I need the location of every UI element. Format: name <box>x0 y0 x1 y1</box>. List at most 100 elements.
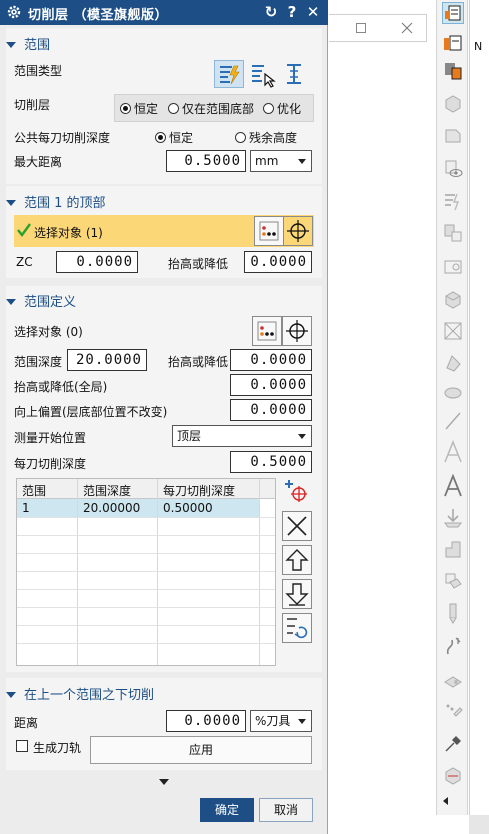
range-list-table[interactable]: 范围 范围深度 每刀切削深度 1 20.00000 0.50000 <box>16 478 276 666</box>
apply-button[interactable]: 应用 <box>90 736 312 764</box>
help-button[interactable]: ? <box>283 2 301 22</box>
delete-range-button[interactable] <box>282 511 312 541</box>
distance-input[interactable]: 0.0000 <box>166 710 246 732</box>
generate-toolpath-checkbox[interactable] <box>16 740 28 752</box>
block-icon[interactable] <box>442 288 464 310</box>
add-range-button[interactable] <box>282 477 312 507</box>
radio-depth-constant[interactable]: 恒定 <box>155 129 193 146</box>
generate-toolpath-label: 生成刀轨 <box>33 741 82 755</box>
distance-unit-select[interactable]: %刀具 <box>250 710 312 732</box>
dialog-titlebar[interactable]: 切削层 （模圣旗舰版） ↻ ? ✕ <box>0 0 328 25</box>
radio-layer-bottom-only[interactable]: 仅在范围底部 <box>168 100 254 117</box>
top-select-object-label: 选择对象 (1) <box>34 226 103 240</box>
point-dialog-icon <box>257 321 277 341</box>
chevron-down-icon <box>298 434 306 439</box>
offset-up-label: 向上偏置(层底部位置不改变) <box>14 405 168 419</box>
shape-icon-1[interactable] <box>442 352 464 374</box>
line-icon[interactable] <box>442 410 464 432</box>
text-icon[interactable] <box>442 473 464 497</box>
def-select-points-button[interactable] <box>252 316 282 346</box>
cut-depth-input[interactable]: 0.5000 <box>230 451 312 473</box>
max-distance-label: 最大距离 <box>14 155 63 169</box>
navigator-letter: N <box>474 40 483 53</box>
radio-depth-scallop[interactable]: 残余高度 <box>235 129 297 146</box>
table-header <box>17 479 275 499</box>
range-top-section-header[interactable]: 范围 1 的顶部 <box>6 192 106 211</box>
step-icon[interactable] <box>442 538 464 560</box>
close-icon <box>287 516 307 536</box>
table-header-range: 范围 <box>22 484 47 498</box>
feature-icon-1[interactable] <box>442 92 464 114</box>
def-select-plane-button[interactable] <box>282 316 312 346</box>
radio-layer-constant[interactable]: 恒定 <box>120 100 158 117</box>
radio-layer-optimize[interactable]: 优化 <box>263 100 301 117</box>
max-distance-unit-select[interactable]: mm <box>250 150 312 172</box>
levels-icon[interactable] <box>442 190 464 212</box>
top-raise-label: 抬高或降低 <box>168 257 229 271</box>
cancel-button[interactable]: 取消 <box>259 798 313 822</box>
text-icon-light[interactable] <box>442 439 464 463</box>
table-cell: 0.50000 <box>163 501 213 515</box>
copy-geometry-icon[interactable] <box>442 222 464 244</box>
simulation-icon[interactable] <box>442 764 464 786</box>
auto-levels-icon <box>220 65 240 85</box>
spray-icon[interactable] <box>442 700 464 722</box>
part-icon[interactable] <box>442 570 464 592</box>
feature-icon-2[interactable] <box>442 124 464 146</box>
edit-range-button[interactable] <box>282 613 312 643</box>
gear-icon <box>7 5 21 19</box>
distance-label: 距离 <box>14 716 39 730</box>
close-icon[interactable] <box>401 22 413 34</box>
crosshair-icon <box>287 220 309 242</box>
probe-icon[interactable] <box>442 634 464 656</box>
point-dialog-icon <box>259 221 279 241</box>
maximize-icon[interactable] <box>356 23 366 33</box>
measure-start-label: 测量开始位置 <box>14 431 87 445</box>
def-select-object-label: 选择对象 (0) <box>14 325 83 339</box>
crosshair-icon <box>286 320 308 342</box>
close-button[interactable]: ✕ <box>304 2 322 22</box>
move-up-button[interactable] <box>282 545 312 575</box>
range-type-user-button[interactable] <box>248 60 278 88</box>
measure-icon[interactable] <box>442 320 464 342</box>
top-select-points-button[interactable] <box>254 216 284 246</box>
common-depth-label: 公共每刀切削深度 <box>14 131 111 145</box>
offset-up-input[interactable]: 0.0000 <box>230 399 312 421</box>
more-options-icon[interactable] <box>159 779 169 785</box>
reset-icon[interactable]: ↻ <box>262 2 280 22</box>
collapse-triangle-icon <box>6 298 16 305</box>
max-distance-input[interactable]: 0.5000 <box>166 150 246 172</box>
drill-icon[interactable] <box>442 602 464 624</box>
range-definition-section-header[interactable]: 范围定义 <box>6 291 76 310</box>
def-raise-input[interactable]: 0.0000 <box>230 349 312 371</box>
measure-start-select[interactable]: 顶层 <box>172 425 312 447</box>
scroll-left-icon[interactable] <box>443 797 448 805</box>
collapse-triangle-icon <box>6 41 16 48</box>
range-type-auto-button[interactable] <box>214 60 244 88</box>
top-raise-input[interactable]: 0.0000 <box>244 251 312 273</box>
ok-button[interactable]: 确定 <box>200 798 254 822</box>
range-depth-input[interactable]: 20.0000 <box>67 349 147 371</box>
tool-navigator-icon[interactable] <box>442 60 464 82</box>
collapse-triangle-icon <box>6 691 16 698</box>
visibility-icon[interactable] <box>442 158 464 180</box>
cut-below-section-header[interactable]: 在上一个范围之下切削 <box>6 684 154 703</box>
tag-icon[interactable] <box>442 256 464 278</box>
raise-global-input[interactable]: 0.0000 <box>230 374 312 396</box>
range-type-single-button[interactable] <box>282 60 308 88</box>
check-icon <box>17 223 31 237</box>
table-cell: 20.00000 <box>83 501 141 515</box>
machine-navigator-icon[interactable] <box>442 32 464 54</box>
zc-input[interactable]: 0.0000 <box>56 251 138 273</box>
range-section-header[interactable]: 范围 <box>6 34 50 53</box>
shape-icon-2[interactable] <box>442 380 464 402</box>
assembly-icon[interactable] <box>442 670 464 692</box>
add-range-icon <box>285 480 307 502</box>
dropper-icon[interactable] <box>442 732 464 754</box>
arrow-down-icon <box>285 583 309 606</box>
table-cell: 1 <box>22 501 30 515</box>
drop-icon[interactable] <box>442 506 464 528</box>
operation-navigator-icon[interactable] <box>442 2 464 24</box>
top-select-plane-button[interactable] <box>283 216 313 246</box>
move-down-button[interactable] <box>282 579 312 609</box>
